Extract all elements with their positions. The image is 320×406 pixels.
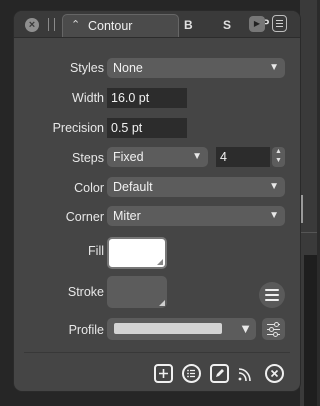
curve-icon[interactable]: [237, 364, 256, 383]
steps-mode-value: Fixed: [113, 150, 144, 164]
fill-swatch[interactable]: [107, 237, 167, 269]
background-marker: [301, 195, 307, 223]
tab-contour[interactable]: ⌃ Contour: [62, 14, 179, 37]
color-value: Default: [113, 180, 153, 194]
width-label: Width: [72, 91, 104, 105]
chevron-down-icon: ▼: [269, 210, 279, 221]
profile-preview: [114, 323, 222, 334]
swatch-corner-icon: [159, 300, 165, 306]
menu-icon[interactable]: [272, 15, 287, 32]
corner-select[interactable]: Miter ▼: [107, 206, 285, 226]
color-label: Color: [74, 181, 104, 195]
width-field[interactable]: 16.0 pt: [107, 88, 187, 108]
steps-stepper[interactable]: ▲ ▼: [272, 147, 285, 167]
styles-select[interactable]: None ▼: [107, 58, 285, 78]
close-icon[interactable]: ×: [25, 18, 39, 32]
tab-s[interactable]: S: [223, 18, 231, 32]
precision-field[interactable]: 0.5 pt: [107, 118, 187, 138]
stroke-label: Stroke: [67, 285, 104, 299]
background-canvas: [304, 255, 317, 406]
stroke-swatch[interactable]: [107, 276, 167, 308]
corner-label: Corner: [65, 210, 104, 224]
steps-count-field[interactable]: 4: [216, 147, 270, 167]
list-icon[interactable]: [182, 364, 201, 383]
background-window: [300, 0, 317, 406]
swatch-corner-icon: [157, 259, 163, 265]
tab-b[interactable]: B: [184, 18, 193, 32]
remove-circle-icon[interactable]: [265, 364, 284, 383]
contour-panel: × ⌃ Contour B S P ▶ Styles None ▼ Width …: [13, 10, 301, 392]
profile-label: Profile: [68, 323, 104, 337]
play-icon[interactable]: ▶: [249, 16, 265, 32]
profile-select[interactable]: ▼: [107, 318, 256, 340]
hamburger-icon[interactable]: [259, 282, 285, 308]
corner-value: Miter: [113, 209, 141, 223]
grip-icon[interactable]: [48, 18, 55, 31]
tab-contour-label: Contour: [88, 19, 133, 33]
styles-value: None: [113, 61, 143, 75]
precision-label: Precision: [52, 121, 104, 135]
color-select[interactable]: Default ▼: [107, 177, 285, 197]
sliders-icon[interactable]: [262, 318, 285, 340]
steps-mode-select[interactable]: Fixed ▼: [107, 147, 208, 167]
chevron-updown-icon[interactable]: ⌃: [71, 18, 80, 31]
chevron-down-icon: ▼: [239, 321, 252, 336]
edit-icon[interactable]: [210, 364, 229, 383]
chevron-down-icon: ▼: [192, 151, 202, 162]
steps-label: Steps: [72, 151, 104, 165]
chevron-down-icon: ▼: [269, 62, 279, 73]
fill-label: Fill: [88, 244, 104, 258]
styles-label: Styles: [69, 61, 104, 75]
chevron-down-icon: ▼: [269, 181, 279, 192]
panel-tab-bar: × ⌃ Contour B S P ▶: [14, 11, 300, 38]
add-square-icon[interactable]: [154, 364, 173, 383]
background-divider: [300, 232, 317, 233]
panel-divider: [24, 352, 290, 353]
